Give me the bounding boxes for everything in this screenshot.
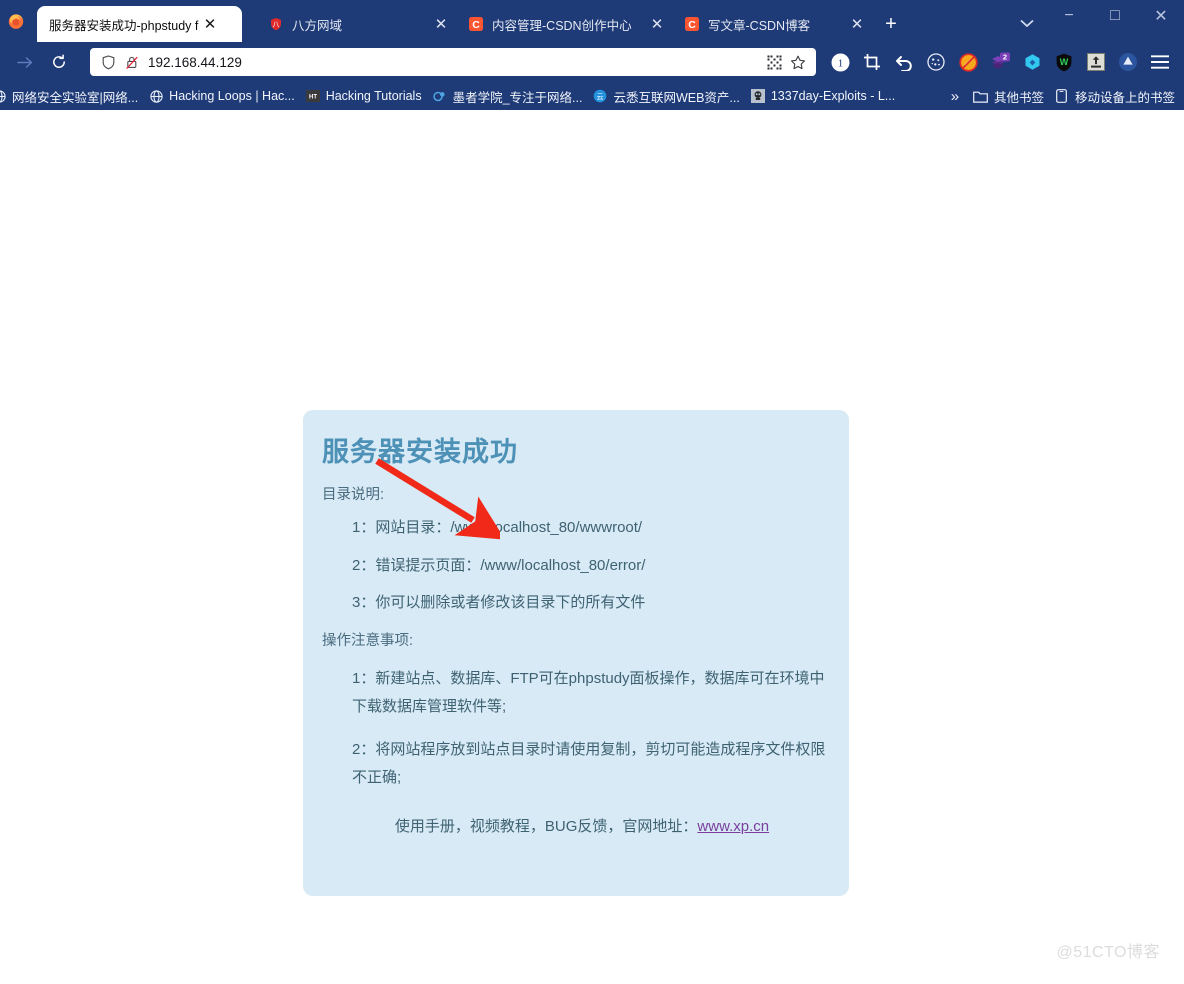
bookmark-label: Hacking Loops | Hac... — [169, 89, 295, 103]
mobile-bookmarks-item[interactable]: 移动设备上的书签 — [1049, 85, 1180, 107]
bookmark-label: 移动设备上的书签 — [1074, 90, 1175, 105]
window-minimize-button[interactable]: − — [1046, 0, 1092, 32]
bookmarks-toolbar: 网络安全实验室|网络... Hacking Loops | Hac... HT … — [0, 82, 1184, 110]
bookmark-label: 其他书签 — [993, 90, 1044, 105]
yunxi-icon: 云 — [592, 88, 608, 104]
csdn-favicon-icon: C — [684, 16, 700, 32]
list-item: 1：网站目录：/www/localhost_80/wwwroot/ — [352, 518, 643, 536]
list-item: 2：错误提示页面：/www/localhost_80/error/ — [352, 556, 646, 574]
notes-section-title: 操作注意事项: — [322, 633, 414, 650]
undo-icon[interactable] — [888, 47, 920, 77]
bookmark-label: 1337day-Exploits - L... — [770, 89, 896, 103]
folder-icon — [973, 88, 989, 104]
directory-section-title: 目录说明: — [322, 487, 385, 503]
official-site-link[interactable]: www.xp.cn — [697, 818, 769, 835]
address-bar[interactable]: 192.168.44.129 — [90, 48, 816, 76]
account-circle-icon[interactable]: 1 — [824, 47, 856, 77]
svg-text:C: C — [688, 19, 696, 31]
install-success-card: 服务器安装成功 目录说明: 1：网站目录：/www/localhost_80/w… — [303, 410, 849, 896]
footer-text: 使用手册，视频教程，BUG反馈，官网地址： — [394, 817, 698, 835]
svg-text:C: C — [472, 19, 480, 31]
page-title: 服务器安装成功 — [322, 437, 518, 468]
firefox-logo-icon — [0, 0, 32, 42]
bookmark-item[interactable]: 云 云悉互联网WEB资产... — [587, 85, 744, 107]
bookmark-label: 网络安全实验室|网络... — [12, 90, 139, 105]
svg-text:W: W — [1060, 57, 1069, 67]
extensions-toolbar: 1 2 W — [824, 47, 1176, 77]
tab-title: 服务器安装成功-phpstudy for linux — [49, 18, 199, 33]
tab-close-icon[interactable]: ✕ — [646, 13, 668, 35]
list-item: 1：新建站点、数据库、FTP可在phpstudy面板操作，数据库可在环境中下载数… — [352, 669, 825, 716]
window-controls: − □ ✕ — [1046, 0, 1184, 42]
tab-title: 内容管理-CSDN创作中心 — [492, 18, 632, 33]
bookmark-label: 云悉互联网WEB资产... — [613, 90, 740, 105]
svg-text:HT: HT — [309, 94, 317, 100]
list-all-tabs-chevron-down-icon[interactable] — [1008, 8, 1046, 38]
window-maximize-button[interactable]: □ — [1092, 0, 1138, 32]
other-bookmarks-item[interactable]: 其他书签 — [968, 85, 1049, 107]
cookie-icon[interactable] — [920, 47, 952, 77]
reload-icon[interactable] — [42, 47, 76, 77]
card-body: 目录说明: 1：网站目录：/www/localhost_80/wwwroot/ … — [322, 486, 834, 836]
shield-red-favicon-icon: 八 — [268, 16, 284, 32]
browser-tab[interactable]: 八 八方网域 ✕ — [256, 6, 456, 42]
mobile-icon — [1054, 88, 1070, 104]
mozhe-icon — [432, 88, 448, 104]
tab-title: 写文章-CSDN博客 — [708, 18, 811, 33]
watermark: @51CTO博客 — [1056, 944, 1160, 961]
ht-icon: HT — [305, 88, 321, 104]
wayback-machine-icon[interactable]: W — [1048, 47, 1080, 77]
app-menu-icon[interactable] — [1144, 47, 1176, 77]
forward-arrow-icon[interactable] — [8, 47, 42, 77]
tab-strip: 服务器安装成功-phpstudy for linux ✕ 八 八方网域 ✕ C — [0, 0, 1184, 42]
bookmark-item[interactable]: Hacking Loops | Hac... — [143, 85, 300, 107]
bookmark-label: Hacking Tutorials — [325, 89, 422, 103]
hackbar-icon[interactable] — [1080, 47, 1112, 77]
wappalyzer-icon[interactable] — [1016, 47, 1048, 77]
adblock-disabled-icon[interactable] — [952, 47, 984, 77]
globe-icon — [0, 88, 7, 104]
browser-tab-active[interactable]: 服务器安装成功-phpstudy for linux ✕ — [37, 6, 242, 42]
svg-text:云: 云 — [597, 93, 604, 101]
skull-icon — [750, 88, 766, 104]
bookmark-item[interactable]: 1337day-Exploits - L... — [745, 85, 900, 107]
bookmark-label: 墨者学院_专注于网络... — [452, 90, 583, 105]
csdn-favicon-icon: C — [468, 16, 484, 32]
download-manager-icon[interactable]: 2 — [984, 47, 1016, 77]
bookmark-item[interactable]: HT Hacking Tutorials — [300, 85, 427, 107]
page-content: 服务器安装成功 目录说明: 1：网站目录：/www/localhost_80/w… — [0, 110, 1184, 984]
tracking-protection-shield-icon[interactable] — [96, 51, 120, 73]
window-close-button[interactable]: ✕ — [1138, 0, 1184, 32]
tab-close-icon[interactable]: ✕ — [199, 13, 221, 35]
list-item: 3：你可以删除或者修改该目录下的所有文件 — [352, 594, 646, 612]
download-count-badge: 2 — [1003, 53, 1007, 62]
bookmark-star-icon[interactable] — [786, 51, 810, 73]
connection-not-secure-lock-icon[interactable] — [120, 51, 144, 73]
list-item: 2：将网站程序放到站点目录时请使用复制，剪切可能造成程序文件权限不正确; — [352, 740, 826, 787]
qr-code-icon[interactable] — [762, 51, 786, 73]
screenshot-crop-icon[interactable] — [856, 47, 888, 77]
browser-tab[interactable]: C 写文章-CSDN博客 ✕ — [672, 6, 872, 42]
bookmarks-overflow-chevron-icon[interactable]: » — [942, 88, 968, 105]
browser-tab[interactable]: C 内容管理-CSDN创作中心 ✕ — [456, 6, 672, 42]
bookmark-item[interactable]: 墨者学院_专注于网络... — [427, 85, 588, 107]
tab-close-icon[interactable]: ✕ — [430, 13, 452, 35]
svg-text:1: 1 — [837, 57, 843, 69]
new-tab-button[interactable]: + — [876, 9, 906, 39]
navigation-toolbar: 192.168.44.129 1 2 W — [0, 42, 1184, 82]
globe-icon — [148, 88, 164, 104]
svg-text:八: 八 — [273, 21, 280, 29]
footer-line: 使用手册，视频教程，BUG反馈，官网地址：www.xp.cn — [322, 815, 834, 836]
url-input[interactable]: 192.168.44.129 — [144, 55, 762, 70]
tab-close-icon[interactable]: ✕ — [846, 13, 868, 35]
bookmark-item[interactable]: 网络安全实验室|网络... — [0, 85, 143, 107]
address-bar-actions — [762, 51, 810, 73]
browser-chrome: 服务器安装成功-phpstudy for linux ✕ 八 八方网域 ✕ C — [0, 0, 1184, 110]
tab-title: 八方网域 — [292, 18, 343, 33]
firefox-account-icon[interactable] — [1112, 47, 1144, 77]
